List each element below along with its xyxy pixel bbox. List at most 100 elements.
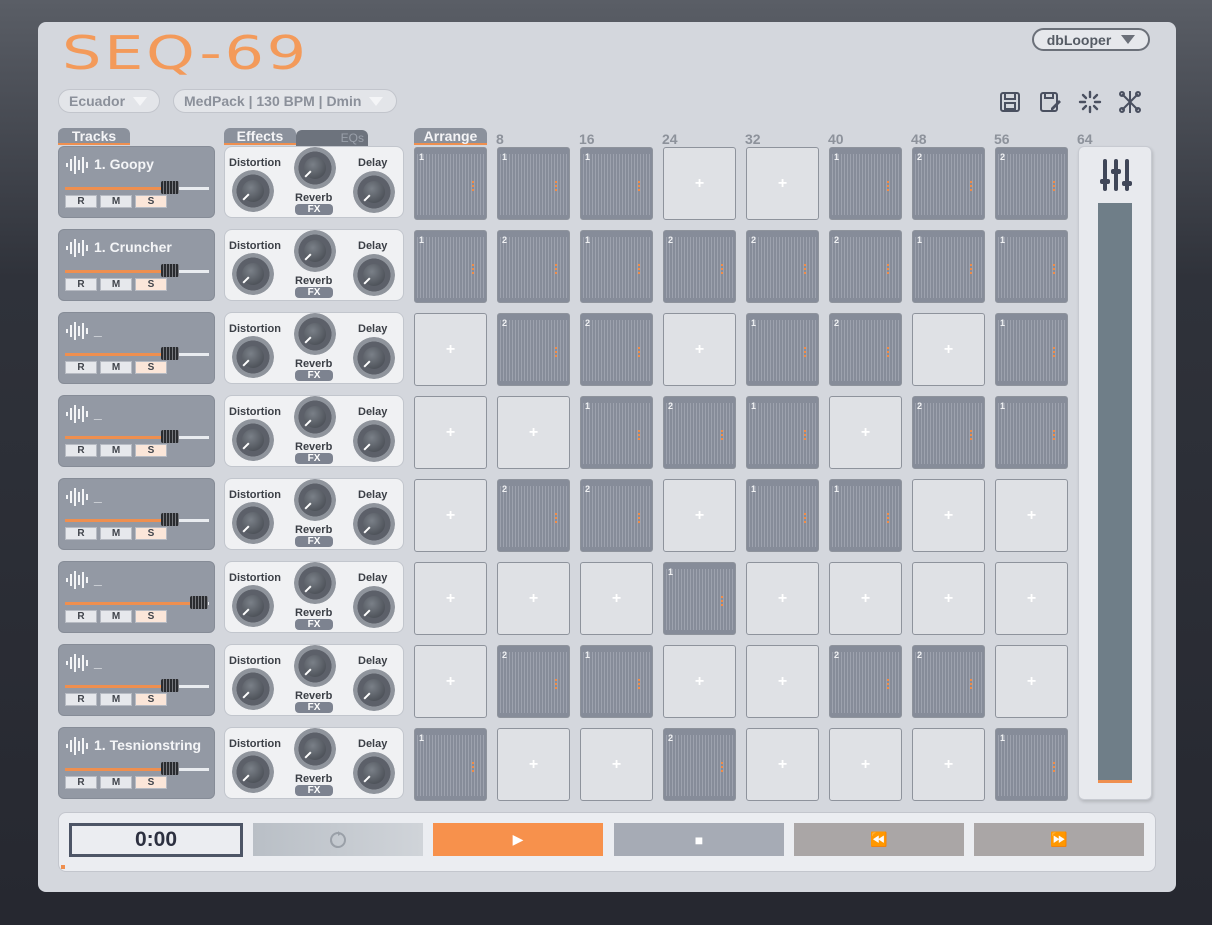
distortion-knob[interactable] [232, 253, 274, 295]
clip-slot[interactable]: 1 [414, 147, 487, 220]
clip-menu-icon[interactable] [721, 762, 723, 772]
record-button[interactable]: R [65, 278, 97, 291]
clip-slot[interactable]: 2 [497, 645, 570, 718]
clip-menu-icon[interactable] [887, 679, 889, 689]
mute-button[interactable]: M [100, 278, 132, 291]
record-button[interactable]: R [65, 693, 97, 706]
empty-slot[interactable]: + [414, 562, 487, 635]
clip-menu-icon[interactable] [721, 264, 723, 274]
empty-slot[interactable]: + [829, 728, 902, 801]
clip-menu-icon[interactable] [887, 513, 889, 523]
mute-button[interactable]: M [100, 444, 132, 457]
mute-button[interactable]: M [100, 693, 132, 706]
clip-menu-icon[interactable] [555, 679, 557, 689]
track-panel[interactable]: 1. Tesnionstring R M S [58, 727, 215, 799]
play-button[interactable]: ▶ [433, 823, 603, 856]
clip-slot[interactable]: 1 [580, 147, 653, 220]
delay-knob[interactable] [353, 254, 395, 296]
empty-slot[interactable]: + [663, 479, 736, 552]
clip-slot[interactable]: 2 [829, 230, 902, 303]
clip-slot[interactable]: 2 [497, 479, 570, 552]
clip-menu-icon[interactable] [638, 679, 640, 689]
clip-menu-icon[interactable] [472, 762, 474, 772]
clip-slot[interactable]: 1 [414, 230, 487, 303]
reverb-knob[interactable] [294, 645, 336, 687]
fx-button[interactable]: FX [295, 619, 333, 630]
delay-knob[interactable] [353, 669, 395, 711]
clip-slot[interactable]: 1 [497, 147, 570, 220]
clip-slot[interactable]: 2 [912, 645, 985, 718]
record-button[interactable]: R [65, 195, 97, 208]
mute-button[interactable]: M [100, 361, 132, 374]
clip-menu-icon[interactable] [472, 181, 474, 191]
empty-slot[interactable]: + [497, 728, 570, 801]
clip-menu-icon[interactable] [970, 264, 972, 274]
distortion-knob[interactable] [232, 336, 274, 378]
delay-knob[interactable] [353, 752, 395, 794]
clip-slot[interactable]: 1 [746, 479, 819, 552]
save-icon[interactable] [998, 90, 1022, 114]
clip-slot[interactable]: 1 [580, 230, 653, 303]
record-button[interactable]: R [65, 527, 97, 540]
clip-menu-icon[interactable] [555, 513, 557, 523]
clip-menu-icon[interactable] [970, 679, 972, 689]
clip-menu-icon[interactable] [1053, 347, 1055, 357]
clip-menu-icon[interactable] [555, 264, 557, 274]
record-button[interactable]: R [65, 610, 97, 623]
clip-menu-icon[interactable] [472, 264, 474, 274]
volume-slider[interactable] [65, 513, 209, 526]
clip-menu-icon[interactable] [638, 181, 640, 191]
volume-knob[interactable] [161, 762, 179, 775]
volume-knob[interactable] [161, 347, 179, 360]
solo-button[interactable]: S [135, 693, 167, 706]
volume-slider[interactable] [65, 430, 209, 443]
empty-slot[interactable]: + [746, 645, 819, 718]
save-as-icon[interactable] [1038, 90, 1062, 114]
empty-slot[interactable]: + [580, 562, 653, 635]
empty-slot[interactable]: + [580, 728, 653, 801]
empty-slot[interactable]: + [663, 645, 736, 718]
clip-menu-icon[interactable] [887, 347, 889, 357]
volume-knob[interactable] [161, 264, 179, 277]
clip-slot[interactable]: 2 [995, 147, 1068, 220]
track-panel[interactable]: _ R M S [58, 395, 215, 467]
solo-button[interactable]: S [135, 610, 167, 623]
clip-menu-icon[interactable] [721, 430, 723, 440]
track-panel[interactable]: 1. Cruncher R M S [58, 229, 215, 301]
reverb-knob[interactable] [294, 313, 336, 355]
solo-button[interactable]: S [135, 278, 167, 291]
master-volume-meter[interactable] [1098, 203, 1132, 783]
track-panel[interactable]: 1. Goopy R M S [58, 146, 215, 218]
network-icon[interactable] [1118, 90, 1142, 114]
clip-slot[interactable]: 1 [663, 562, 736, 635]
clip-slot[interactable]: 1 [995, 396, 1068, 469]
mute-button[interactable]: M [100, 195, 132, 208]
reverb-knob[interactable] [294, 230, 336, 272]
record-button[interactable]: R [65, 361, 97, 374]
mixer-icon[interactable] [1099, 157, 1133, 193]
distortion-knob[interactable] [232, 668, 274, 710]
volume-knob[interactable] [161, 513, 179, 526]
reverb-knob[interactable] [294, 147, 336, 189]
clip-slot[interactable]: 2 [663, 230, 736, 303]
mute-button[interactable]: M [100, 527, 132, 540]
distortion-knob[interactable] [232, 419, 274, 461]
clip-menu-icon[interactable] [804, 513, 806, 523]
empty-slot[interactable]: + [912, 562, 985, 635]
volume-knob[interactable] [161, 430, 179, 443]
fx-button[interactable]: FX [295, 370, 333, 381]
clip-slot[interactable]: 1 [829, 147, 902, 220]
clip-slot[interactable]: 2 [580, 313, 653, 386]
clip-menu-icon[interactable] [1053, 430, 1055, 440]
tab-eqs[interactable]: EQs [296, 130, 368, 147]
clip-menu-icon[interactable] [1053, 181, 1055, 191]
mute-button[interactable]: M [100, 610, 132, 623]
loop-button[interactable] [253, 823, 423, 856]
clip-slot[interactable]: 2 [912, 147, 985, 220]
clip-menu-icon[interactable] [555, 347, 557, 357]
volume-slider[interactable] [65, 181, 209, 194]
clip-slot[interactable]: 2 [829, 313, 902, 386]
reverb-knob[interactable] [294, 728, 336, 770]
clip-slot[interactable]: 1 [829, 479, 902, 552]
delay-knob[interactable] [353, 586, 395, 628]
